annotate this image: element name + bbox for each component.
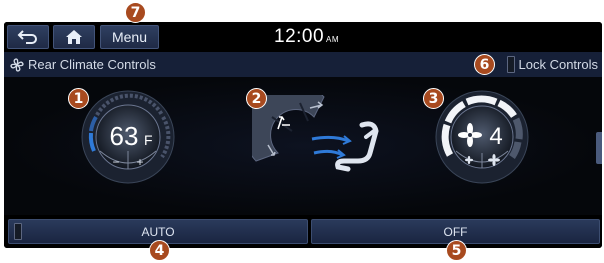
fan-speed-dial[interactable]: 4 — [434, 89, 530, 185]
clock: 12:00 AM — [274, 26, 339, 48]
temperature-value: 63 — [110, 121, 139, 151]
clock-ampm: AM — [326, 35, 340, 44]
temperature-unit: F — [144, 132, 153, 148]
lock-indicator — [506, 56, 515, 73]
lock-controls-label: Lock Controls — [518, 57, 598, 72]
lock-controls-toggle[interactable]: Lock Controls — [506, 56, 598, 73]
temperature-dial[interactable]: 63 F − + — [80, 89, 176, 185]
callout-1: 1 — [68, 88, 89, 109]
fan-speed-value: 4 — [489, 123, 502, 150]
top-bar: Menu 12:00 AM — [4, 22, 602, 52]
callout-6: 6 — [474, 54, 495, 75]
fan-icon — [10, 57, 24, 72]
clock-time: 12:00 — [274, 26, 325, 47]
climate-screen: Menu 12:00 AM Rear Climate Controls Lock … — [4, 22, 602, 248]
menu-button[interactable]: Menu — [100, 25, 159, 49]
home-button[interactable] — [53, 25, 95, 49]
title-bar: Rear Climate Controls Lock Controls — [4, 52, 602, 77]
airflow-mode-control[interactable] — [252, 95, 392, 187]
off-label: OFF — [443, 224, 468, 239]
callout-3: 3 — [423, 88, 444, 109]
page-title-text: Rear Climate Controls — [28, 57, 156, 72]
back-button[interactable] — [7, 25, 49, 49]
callout-2: 2 — [246, 88, 267, 109]
callout-5: 5 — [446, 240, 467, 261]
auto-indicator — [14, 223, 22, 240]
temperature-up-button[interactable]: + — [136, 155, 143, 169]
callout-4: 4 — [149, 240, 170, 261]
side-panel-tab[interactable] — [596, 132, 602, 164]
climate-main-area: 63 F − + 4 — [4, 77, 602, 215]
page-title: Rear Climate Controls — [10, 57, 156, 72]
callout-7: 7 — [125, 2, 146, 23]
auto-label: AUTO — [141, 224, 175, 239]
menu-label: Menu — [111, 29, 148, 45]
seat-icon — [335, 121, 379, 172]
bottom-bar: AUTO OFF — [4, 215, 602, 248]
airflow-arrows-icon — [311, 135, 352, 159]
home-icon — [66, 30, 82, 44]
back-arrow-icon — [17, 30, 37, 44]
temperature-down-button[interactable]: − — [112, 155, 119, 169]
